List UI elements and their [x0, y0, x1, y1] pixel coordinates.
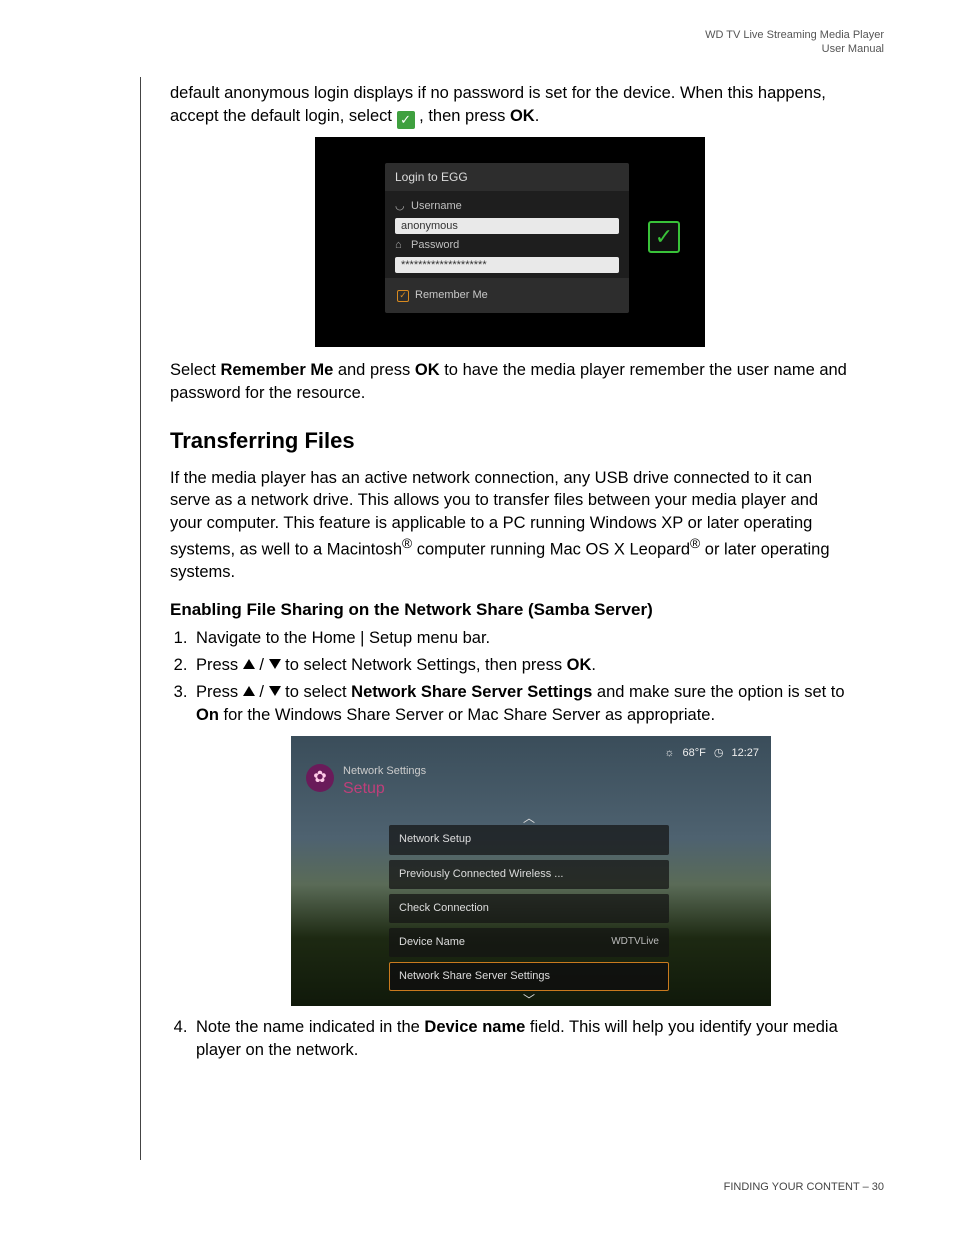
intro-para: default anonymous login displays if no p… [170, 82, 850, 129]
user-icon: ◡ [395, 199, 405, 214]
arrow-down-icon [269, 686, 281, 696]
breadcrumb: Network Settings [343, 764, 426, 779]
password-input[interactable] [395, 257, 619, 273]
weather-icon: ☼ [664, 746, 674, 761]
menu-prev-wireless[interactable]: Previously Connected Wireless ... [389, 860, 669, 889]
arrow-up-icon [243, 686, 255, 696]
menu-check-connection[interactable]: Check Connection [389, 894, 669, 923]
transferring-heading: Transferring Files [170, 426, 850, 456]
remember-row[interactable]: ✓ Remember Me [385, 278, 629, 303]
menu-network-share-settings[interactable]: Network Share Server Settings [389, 962, 669, 991]
lock-icon: ⌂ [395, 238, 405, 253]
step-3: Press / to select Network Share Server S… [192, 681, 850, 1007]
temp-label: 68°F [683, 746, 706, 761]
margin-rule [140, 77, 141, 1160]
check-icon: ✓ [397, 111, 415, 129]
arrow-down-icon [269, 659, 281, 669]
arrow-up-icon [243, 659, 255, 669]
doc-header-l1: WD TV Live Streaming Media Player [705, 28, 884, 42]
page-footer: FINDING YOUR CONTENT – 30 [724, 1180, 884, 1195]
username-label-row: ◡ Username [395, 196, 619, 218]
step-4: Note the name indicated in the Device na… [192, 1016, 850, 1062]
setup-screenshot: ☼ 68°F ◷ 12:27 ✿ Network Settings Setup … [291, 736, 771, 1006]
remember-label: Remember Me [415, 288, 488, 303]
samba-heading: Enabling File Sharing on the Network Sha… [170, 598, 850, 621]
clock-icon: ◷ [714, 746, 724, 761]
step-1: Navigate to the Home | Setup menu bar. [192, 627, 850, 650]
time-label: 12:27 [731, 746, 759, 761]
chevron-down-icon[interactable]: ﹀ [389, 996, 669, 1006]
status-bar: ☼ 68°F ◷ 12:27 [664, 746, 759, 761]
ok-label: OK [510, 107, 535, 125]
step-2: Press / to select Network Settings, then… [192, 654, 850, 677]
password-label-row: ⌂ Password [395, 235, 619, 257]
settings-menu: ︿ Network Setup Previously Connected Wir… [389, 814, 669, 1006]
setup-title: Setup [343, 778, 385, 800]
device-name-value: WDTVLive [611, 935, 659, 950]
doc-header: WD TV Live Streaming Media Player User M… [705, 28, 884, 57]
remember-checkbox[interactable]: ✓ [397, 290, 409, 302]
gear-icon: ✿ [306, 764, 334, 792]
steps-list: Navigate to the Home | Setup menu bar. P… [192, 627, 850, 1062]
transfer-para: If the media player has an active networ… [170, 467, 850, 584]
confirm-button[interactable]: ✓ [648, 221, 680, 253]
login-screenshot: Login to EGG ◡ Username ⌂ Password ✓ Rem… [315, 137, 705, 347]
username-input[interactable] [395, 218, 619, 234]
page-content: default anonymous login displays if no p… [170, 82, 850, 1066]
login-title: Login to EGG [385, 163, 629, 192]
doc-header-l2: User Manual [705, 42, 884, 56]
menu-device-name[interactable]: Device Name WDTVLive [389, 928, 669, 957]
remember-para: Select Remember Me and press OK to have … [170, 359, 850, 405]
login-fields: ◡ Username ⌂ Password [385, 191, 629, 278]
chevron-up-icon[interactable]: ︿ [389, 814, 669, 825]
menu-network-setup[interactable]: Network Setup [389, 825, 669, 854]
login-panel: Login to EGG ◡ Username ⌂ Password ✓ Rem… [385, 163, 629, 313]
